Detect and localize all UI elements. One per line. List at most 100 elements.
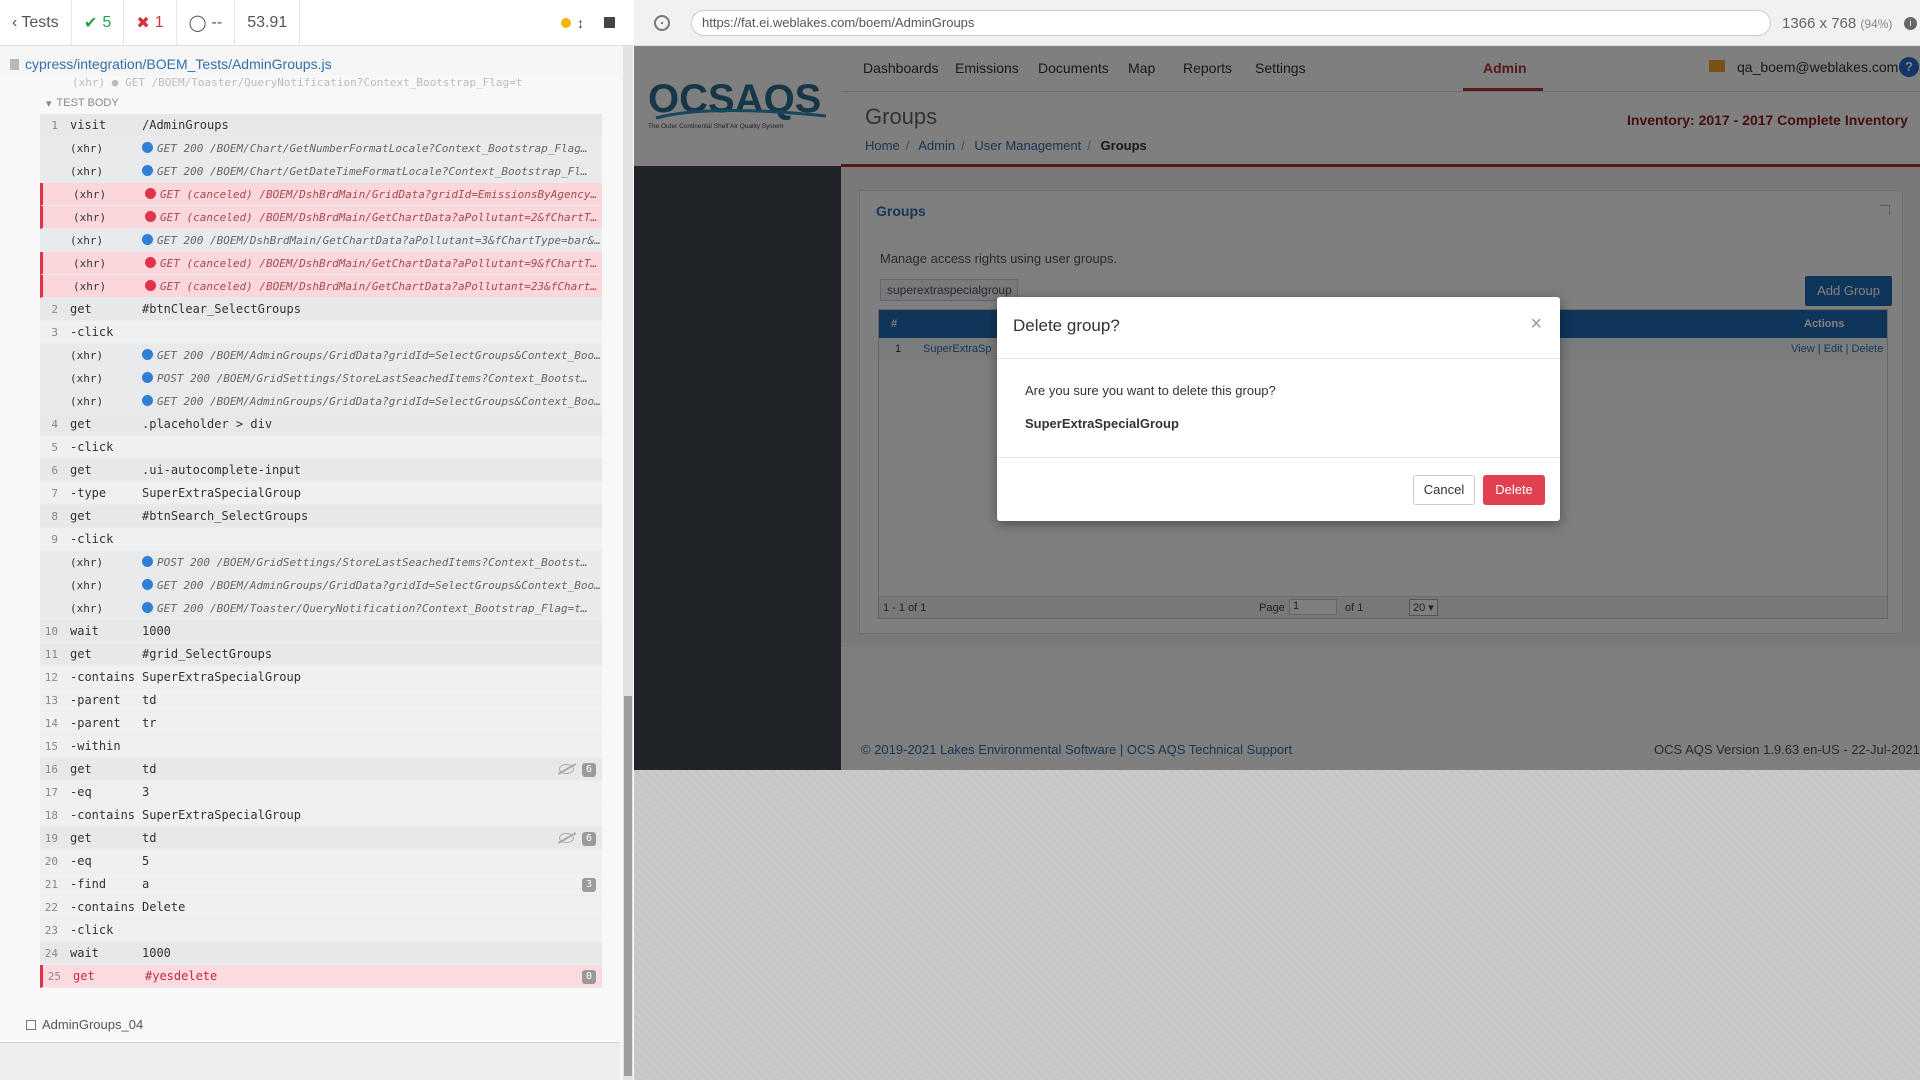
xhr-log-row[interactable]: (xhr) GET 200 /BOEM/Chart/GetDateTimeForm…	[40, 160, 602, 183]
command-message-text: GET 200 /BOEM/Chart/GetDateTimeFormatLoc…	[157, 164, 588, 178]
xhr-log-row[interactable]: (xhr) POST 200 /BOEM/GridSettings/StoreLa…	[40, 367, 602, 390]
command-row[interactable]: 10 wait 1000	[40, 620, 602, 643]
chevron-left-icon: ‹	[12, 13, 18, 31]
test-body-label: TEST BODY	[56, 97, 119, 109]
next-test-label: AdminGroups_04	[42, 1017, 144, 1032]
command-number: 21	[44, 877, 58, 891]
command-row[interactable]: 11 get #grid_SelectGroups	[40, 643, 602, 666]
scrollbar[interactable]	[623, 46, 633, 1080]
empty-viewport-area	[634, 770, 1920, 1080]
command-number: 24	[44, 946, 58, 960]
command-message: SuperExtraSpecialGroup	[142, 670, 602, 684]
spec-path-link[interactable]: cypress/integration/BOEM_Tests/AdminGrou…	[25, 56, 332, 72]
command-row[interactable]: 17 -eq 3	[40, 781, 602, 804]
xhr-log-row[interactable]: (xhr) GET 200 /BOEM/AdminGroups/GridData?…	[40, 390, 602, 413]
xhr-log-row[interactable]: (xhr) GET 200 /BOEM/DshBrdMain/GetChartDa…	[40, 229, 602, 252]
command-row[interactable]: 25 get #yesdelete 0	[40, 965, 602, 988]
command-row[interactable]: 13 -parent td	[40, 689, 602, 712]
command-number: 9	[51, 532, 58, 546]
command-row[interactable]: 1 visit/AdminGroups	[40, 114, 602, 137]
xhr-log-row[interactable]: (xhr) GET 200 /BOEM/AdminGroups/GridData?…	[40, 574, 602, 597]
command-row[interactable]: 9 -click	[40, 528, 602, 551]
command-message: a	[142, 877, 602, 891]
command-message-text: 1000	[142, 624, 171, 638]
command-row[interactable]: 24 wait 1000	[40, 942, 602, 965]
info-icon[interactable]: i	[1904, 17, 1917, 30]
command-row[interactable]: 16 get td 6	[40, 758, 602, 781]
command-row[interactable]: 20 -eq 5	[40, 850, 602, 873]
command-name: -eq	[70, 785, 92, 799]
command-row[interactable]: 4 get .placeholder > div	[40, 413, 602, 436]
command-list: (xhr) ● GET /BOEM/Toaster/QueryNotificat…	[40, 76, 602, 988]
selector-playground-icon[interactable]	[654, 15, 670, 31]
next-test-item[interactable]: AdminGroups_04	[26, 1017, 143, 1032]
command-name: (xhr)	[73, 210, 107, 224]
tests-back-button[interactable]: ‹ Tests	[0, 0, 72, 46]
command-row[interactable]: 19 get td 6	[40, 827, 602, 850]
cancel-button[interactable]: Cancel	[1413, 475, 1475, 505]
command-row[interactable]: 2 get #btnClear_SelectGroups	[40, 298, 602, 321]
command-message-text: .ui-autocomplete-input	[142, 463, 301, 477]
command-message-text: GET (canceled) /BOEM/DshBrdMain/GridData…	[160, 187, 602, 201]
status-dot-icon	[145, 210, 156, 222]
command-name: -within	[70, 739, 121, 753]
command-message: GET 200 /BOEM/Chart/GetNumberFormatLocal…	[142, 141, 602, 155]
xhr-log-row[interactable]: (xhr) POST 200 /BOEM/GridSettings/StoreLa…	[40, 551, 602, 574]
xhr-log-row[interactable]: (xhr) GET (canceled) /BOEM/DshBrdMain/Get…	[40, 275, 602, 298]
command-message: SuperExtraSpecialGroup	[142, 808, 602, 822]
status-dot-icon	[142, 394, 153, 406]
command-row[interactable]: 3 -click	[40, 321, 602, 344]
command-message-text: #btnClear_SelectGroups	[142, 302, 301, 316]
command-name: visit	[70, 118, 107, 132]
command-row[interactable]: 8 get #btnSearch_SelectGroups	[40, 505, 602, 528]
delete-button[interactable]: Delete	[1483, 475, 1545, 505]
command-message-text: POST 200 /BOEM/GridSettings/StoreLastSea…	[157, 371, 588, 385]
xhr-log-row[interactable]: (xhr) GET 200 /BOEM/Chart/GetNumberFormat…	[40, 137, 602, 160]
scroll-toggle-icon[interactable]: ↕	[577, 15, 584, 31]
xhr-log-row[interactable]: (xhr) GET (canceled) /BOEM/DshBrdMain/Get…	[40, 252, 602, 275]
xhr-log-row[interactable]: (xhr) GET 200 /BOEM/AdminGroups/GridData?…	[40, 344, 602, 367]
command-message-text: GET 200 /BOEM/DshBrdMain/GetChartData?aP…	[157, 233, 602, 247]
stop-button[interactable]	[604, 17, 615, 28]
app-preview: https://fat.ei.weblakes.com/boem/AdminGr…	[634, 0, 1920, 1080]
status-dot-icon	[145, 187, 156, 199]
command-name: get	[70, 302, 92, 316]
command-row[interactable]: 7 -type SuperExtraSpecialGroup	[40, 482, 602, 505]
command-row[interactable]: 6 get .ui-autocomplete-input	[40, 459, 602, 482]
command-name: -click	[70, 440, 114, 454]
command-message-text: Delete	[142, 900, 186, 914]
command-message-text: /AdminGroups	[142, 118, 229, 132]
scrollbar-thumb[interactable]	[624, 696, 632, 1076]
runner-toolbar: ‹ Tests ✔ 5 ✖ 1 ◯ -- 53.91 ↕	[0, 0, 633, 46]
command-number: 23	[44, 923, 58, 937]
command-message-text: GET 200 /BOEM/AdminGroups/GridData?gridI…	[157, 348, 602, 362]
command-row[interactable]: 14 -parent tr	[40, 712, 602, 735]
test-body-header[interactable]: ▾ TEST BODY	[40, 92, 602, 114]
command-row[interactable]: 5 -click	[40, 436, 602, 459]
command-row[interactable]: 18 -contains SuperExtraSpecialGroup	[40, 804, 602, 827]
test-status-icon	[26, 1019, 36, 1030]
command-row[interactable]: 15 -within	[40, 735, 602, 758]
command-row[interactable]: 12 -contains SuperExtraSpecialGroup	[40, 666, 602, 689]
command-name: -type	[70, 486, 107, 500]
viewport-value: 1366 x 768	[1782, 15, 1857, 32]
failed-count: ✖ 1	[124, 0, 177, 46]
url-field[interactable]: https://fat.ei.weblakes.com/boem/AdminGr…	[691, 10, 1771, 36]
spec-path[interactable]: cypress/integration/BOEM_Tests/AdminGrou…	[0, 53, 633, 75]
command-message-text: GET (canceled) /BOEM/DshBrdMain/GetChart…	[160, 256, 602, 270]
close-icon[interactable]: ×	[1530, 313, 1542, 336]
command-row[interactable]: 22 -contains Delete	[40, 896, 602, 919]
command-message-text: GET (canceled) /BOEM/DshBrdMain/GetChart…	[160, 279, 602, 293]
command-message-text: GET 200 /BOEM/Chart/GetNumberFormatLocal…	[157, 141, 588, 155]
xhr-log-row[interactable]: (xhr) GET (canceled) /BOEM/DshBrdMain/Gri…	[40, 183, 602, 206]
command-name: get	[70, 831, 92, 845]
xhr-log-row[interactable]: (xhr) GET 200 /BOEM/Toaster/QueryNotifica…	[40, 597, 602, 620]
command-message: GET 200 /BOEM/AdminGroups/GridData?gridI…	[142, 394, 602, 408]
xhr-log-row[interactable]: (xhr) GET (canceled) /BOEM/DshBrdMain/Get…	[40, 206, 602, 229]
command-row[interactable]: 23 -click	[40, 919, 602, 942]
caret-down-icon: ▾	[46, 97, 52, 110]
command-name: get	[70, 463, 92, 477]
command-message: GET (canceled) /BOEM/DshBrdMain/GetChart…	[145, 279, 602, 293]
command-row[interactable]: 21 -find a 3	[40, 873, 602, 896]
dialog-group-name: SuperExtraSpecialGroup	[1025, 416, 1179, 431]
